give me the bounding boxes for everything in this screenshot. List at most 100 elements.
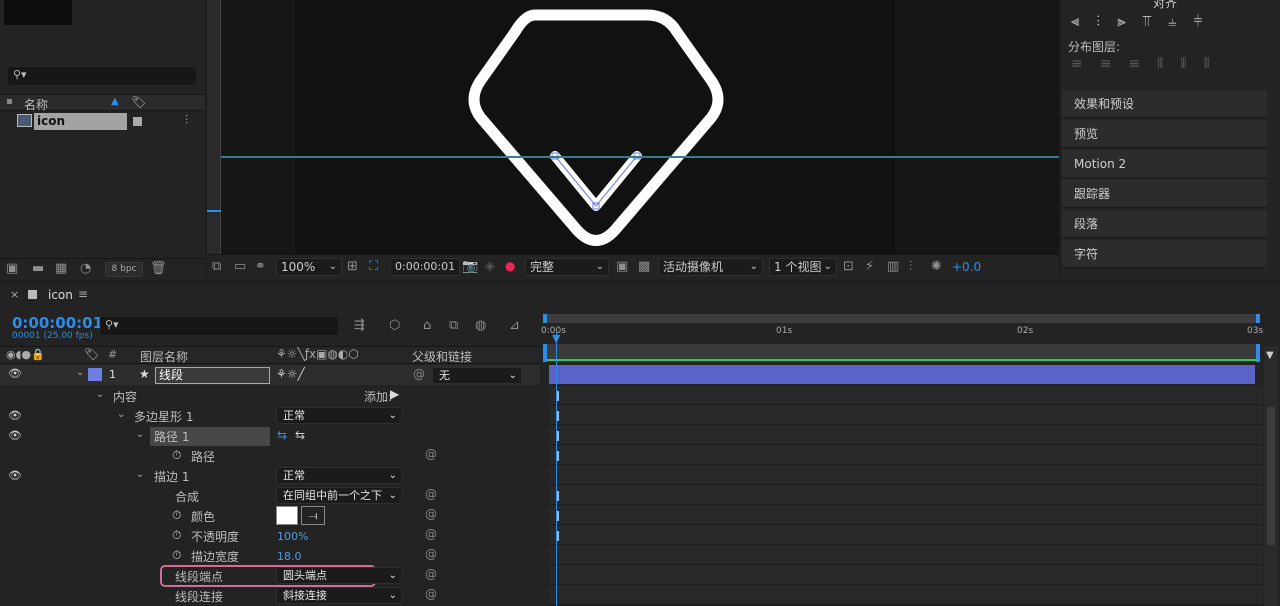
- preview-tab[interactable]: 预览: [1062, 120, 1267, 148]
- camera-snapshot-icon[interactable]: 📷: [462, 259, 478, 274]
- path-direction-icon[interactable]: ⇆: [277, 428, 287, 442]
- new-composition-icon[interactable]: ▦: [55, 261, 67, 276]
- spiral-icon[interactable]: @: [425, 547, 437, 561]
- eye-icon[interactable]: 👁: [8, 367, 22, 380]
- time-ruler[interactable]: 0:00s 01s 02s 03s ▼: [541, 324, 1263, 345]
- eye-icon[interactable]: 👁: [8, 469, 22, 482]
- current-time-field[interactable]: 0:00:00:01: [390, 258, 460, 276]
- shy-layers-icon[interactable]: ⌂: [423, 318, 431, 333]
- layer-switches[interactable]: ⚘☼╱: [276, 367, 305, 381]
- close-icon[interactable]: ×: [10, 288, 19, 301]
- add-play-icon[interactable]: ▶: [390, 387, 399, 401]
- project-item-row[interactable]: icon ⫶: [0, 112, 205, 131]
- fast-preview-icon[interactable]: ▣: [616, 259, 628, 274]
- stopwatch-icon[interactable]: ⏱: [172, 548, 181, 563]
- tag-icon[interactable]: 🏷: [131, 95, 146, 109]
- chevron-down-icon[interactable]: ▼: [1266, 350, 1274, 361]
- timeline-timecode[interactable]: 0:00:00:01: [12, 314, 103, 332]
- stopwatch-icon[interactable]: ⏱: [172, 448, 181, 463]
- spiral-icon[interactable]: @: [425, 447, 437, 461]
- spiral-icon[interactable]: @: [425, 487, 437, 501]
- flowchart-icon[interactable]: ⫶: [909, 259, 912, 274]
- chevron-down-icon[interactable]: ⌄: [136, 429, 144, 440]
- path-group-label[interactable]: 路径 1: [154, 428, 189, 445]
- chevron-down-icon[interactable]: ⌄: [117, 409, 125, 420]
- chevron-down-icon[interactable]: ⌄: [96, 389, 104, 400]
- line-cap-select[interactable]: 圆头端点 ⌄: [276, 567, 402, 584]
- composite-select[interactable]: 在同组中前一个之下 ⌄: [276, 487, 402, 504]
- layer-duration-bar[interactable]: [549, 365, 1255, 384]
- label-swatch[interactable]: [133, 117, 142, 126]
- spiral-icon[interactable]: @: [425, 587, 437, 601]
- path-direction-alt-icon[interactable]: ⇆: [295, 428, 305, 442]
- chevron-down-icon[interactable]: ⌄: [136, 469, 144, 480]
- stroke-blend-select[interactable]: 正常 ⌄: [276, 467, 402, 484]
- composition-canvas[interactable]: [295, 0, 895, 254]
- motion2-tab[interactable]: Motion 2: [1062, 150, 1267, 178]
- pickwhip-icon[interactable]: @: [413, 367, 425, 381]
- polystar-label[interactable]: 多边星形 1: [134, 408, 193, 425]
- exposure-reset-icon[interactable]: ✺: [931, 259, 942, 274]
- tracker-tab[interactable]: 跟踪器: [1062, 180, 1267, 208]
- polystar-blend-select[interactable]: 正常 ⌄: [276, 407, 402, 424]
- time-navigator[interactable]: [543, 314, 1260, 323]
- camera-select[interactable]: 活动摄像机 ⌄: [658, 258, 763, 276]
- new-folder-icon[interactable]: ▬: [32, 261, 44, 276]
- toggle-pixel-aspect-icon[interactable]: ⊡: [843, 259, 854, 274]
- project-search-input[interactable]: ⚲▾: [8, 67, 196, 85]
- opacity-value[interactable]: 100%: [277, 530, 308, 543]
- resolution-select[interactable]: 完整 ⌄: [525, 258, 609, 276]
- interpret-footage-icon[interactable]: ▣: [6, 261, 18, 276]
- vr-goggles-icon[interactable]: ⚭: [255, 259, 266, 274]
- stroke-width-value[interactable]: 18.0: [277, 550, 302, 563]
- graph-editor-icon[interactable]: ⊿: [509, 318, 520, 333]
- zoom-select[interactable]: 100% ⌄: [276, 258, 342, 276]
- layer-row[interactable]: 👁 ⌄ 1 ★ 线段 ⚘☼╱ @ 无 ⌄: [0, 365, 540, 385]
- trash-icon[interactable]: 🗑: [150, 261, 167, 276]
- layer-search-input[interactable]: ⚲▾: [100, 317, 338, 335]
- show-snapshot-icon[interactable]: ◈: [485, 259, 495, 274]
- guide-line[interactable]: [221, 156, 1059, 158]
- distribute-buttons[interactable]: ≡≡≡⦀⦀⦀: [1071, 56, 1227, 72]
- scrollbar-thumb[interactable]: [1267, 406, 1275, 546]
- channel-icon[interactable]: ●: [505, 259, 515, 273]
- parent-column-header[interactable]: 父级和链接: [412, 348, 472, 365]
- draft-3d-icon[interactable]: ⬡: [389, 318, 400, 333]
- sort-ascending-icon[interactable]: ▲: [111, 96, 119, 107]
- chevron-down-icon[interactable]: ⌄: [76, 367, 84, 378]
- transparency-grid-icon[interactable]: ▩: [638, 259, 650, 274]
- spiral-icon[interactable]: @: [425, 507, 437, 521]
- eye-icon[interactable]: 👁: [8, 409, 22, 422]
- project-settings-icon[interactable]: ◔: [80, 261, 91, 276]
- stopwatch-icon[interactable]: ⏱: [172, 508, 181, 523]
- grid-icon[interactable]: ⊞: [347, 259, 358, 274]
- current-time-indicator[interactable]: [556, 332, 557, 606]
- line-join-select[interactable]: 斜接连接 ⌄: [276, 587, 402, 604]
- motion-blur-icon[interactable]: ◍: [475, 318, 486, 333]
- align-buttons[interactable]: ⫷⫶⫸⫪⫨⫩: [1071, 12, 1219, 30]
- stopwatch-icon[interactable]: ⏱: [172, 528, 181, 543]
- exposure-value[interactable]: +0.0: [952, 260, 981, 274]
- layer-label-color[interactable]: [88, 368, 102, 381]
- frame-blending-icon[interactable]: ⧉: [449, 318, 458, 333]
- project-item-name[interactable]: icon: [34, 113, 127, 130]
- menu-icon[interactable]: ≡: [78, 287, 88, 301]
- eye-icon[interactable]: 👁: [8, 429, 22, 442]
- character-tab[interactable]: 字符: [1062, 240, 1267, 268]
- always-preview-icon[interactable]: ⧉: [212, 259, 221, 274]
- navigator-start-handle[interactable]: [543, 314, 547, 323]
- navigator-end-handle[interactable]: [1256, 314, 1260, 323]
- bit-depth-button[interactable]: 8 bpc: [105, 262, 143, 277]
- views-select[interactable]: 1 个视图 ⌄: [769, 258, 837, 276]
- layer-name-column-header[interactable]: 图层名称: [140, 348, 188, 365]
- color-swatch[interactable]: [276, 506, 298, 525]
- region-of-interest-icon[interactable]: ⛶: [369, 259, 378, 274]
- comp-tab-title[interactable]: icon: [48, 288, 73, 302]
- layer-name-field[interactable]: 线段: [155, 367, 270, 384]
- eyedropper-icon[interactable]: ⟞: [301, 506, 325, 525]
- fast-previews-icon[interactable]: ⚡: [865, 259, 874, 274]
- stroke-label[interactable]: 描边 1: [154, 468, 189, 485]
- timeline-icon[interactable]: ▥: [887, 259, 899, 274]
- name-column-header[interactable]: 名称: [24, 96, 48, 113]
- inner-v-stroke[interactable]: [550, 151, 642, 211]
